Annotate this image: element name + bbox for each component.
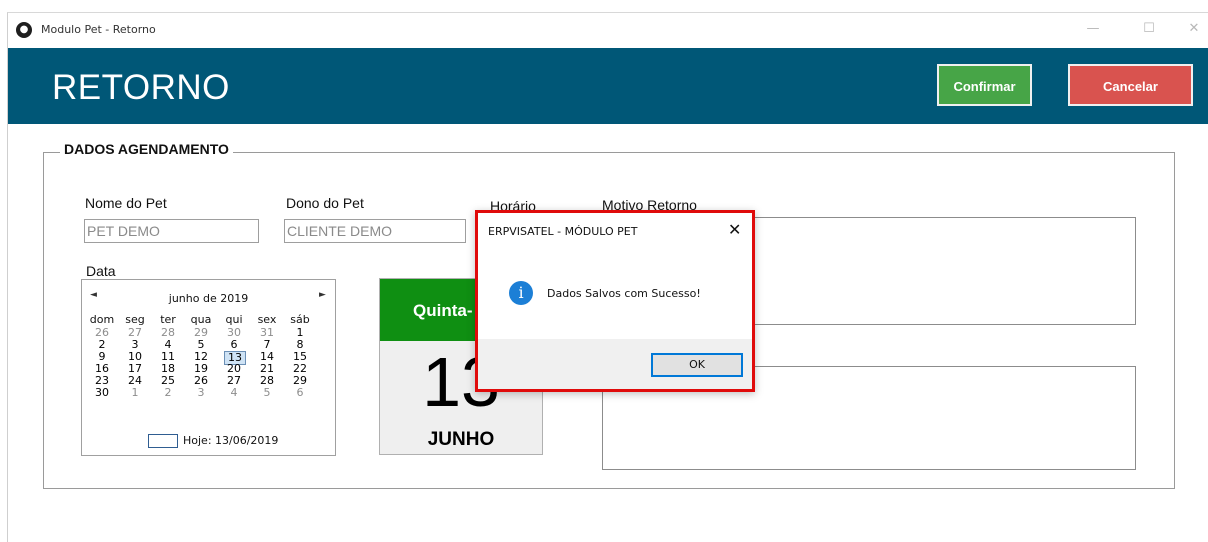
calendar-day[interactable]: 6 <box>218 339 250 351</box>
month-calendar[interactable]: ◄ junho de 2019 ► dom seg ter qua qui se… <box>81 279 336 456</box>
calendar-next-icon[interactable]: ► <box>319 290 326 300</box>
weekday-label: sex <box>257 313 277 326</box>
calendar-week: 30 1 2 3 4 5 6 <box>82 387 335 399</box>
calendar-weekday-header: dom seg ter qua qui sex sáb <box>82 314 335 326</box>
calendar-day[interactable]: 6 <box>284 387 316 399</box>
ok-button[interactable]: OK <box>651 353 743 377</box>
weekday-label: sáb <box>290 313 310 326</box>
dialog-close-icon[interactable]: ✕ <box>728 220 741 239</box>
confirm-button[interactable]: Confirmar <box>937 64 1032 106</box>
pet-name-field[interactable]: PET DEMO <box>84 219 259 243</box>
paw-icon: ● <box>16 22 32 38</box>
calendar-day[interactable]: 4 <box>218 387 250 399</box>
weekday-text: Quinta- <box>413 301 473 320</box>
calendar-day[interactable]: 30 <box>86 387 118 399</box>
weekday-label: qua <box>190 313 212 326</box>
calendar-day[interactable]: 3 <box>185 387 217 399</box>
weekday-label: seg <box>125 313 145 326</box>
weekday-label: qui <box>225 313 243 326</box>
month-text: JUNHO <box>427 429 495 450</box>
close-button[interactable]: ✕ <box>1183 19 1205 39</box>
pet-name-label: Nome do Pet <box>85 195 167 211</box>
calendar-day[interactable]: 2 <box>152 387 184 399</box>
cancel-button[interactable]: Cancelar <box>1068 64 1193 106</box>
calendar-month-label: junho de 2019 <box>168 292 249 305</box>
page-header: RETORNO Confirmar Cancelar <box>8 48 1208 124</box>
success-dialog: ERPVISATEL - MÓDULO PET ✕ i Dados Salvos… <box>475 210 755 392</box>
title-bar: ● Modulo Pet - Retorno — ☐ ✕ <box>8 13 1208 47</box>
window-title: Modulo Pet - Retorno <box>41 23 156 36</box>
info-icon: i <box>509 281 533 305</box>
page-title: RETORNO <box>52 68 230 107</box>
today-link[interactable]: Hoje: 13/06/2019 <box>183 434 278 448</box>
group-title: DADOS AGENDAMENTO <box>60 141 233 157</box>
dialog-footer: OK <box>478 339 752 389</box>
calendar-day[interactable]: 5 <box>251 387 283 399</box>
calendar-day[interactable]: 1 <box>119 387 151 399</box>
date-label: Data <box>86 263 116 279</box>
dialog-message: Dados Salvos com Sucesso! <box>547 287 701 300</box>
maximize-button[interactable]: ☐ <box>1138 19 1160 39</box>
owner-label: Dono do Pet <box>286 195 364 211</box>
weekday-label: dom <box>89 313 115 326</box>
today-marker <box>148 434 178 448</box>
owner-field[interactable]: CLIENTE DEMO <box>284 219 466 243</box>
weekday-label: ter <box>160 313 176 326</box>
minimize-button[interactable]: — <box>1082 19 1104 39</box>
dialog-title: ERPVISATEL - MÓDULO PET <box>488 225 638 238</box>
